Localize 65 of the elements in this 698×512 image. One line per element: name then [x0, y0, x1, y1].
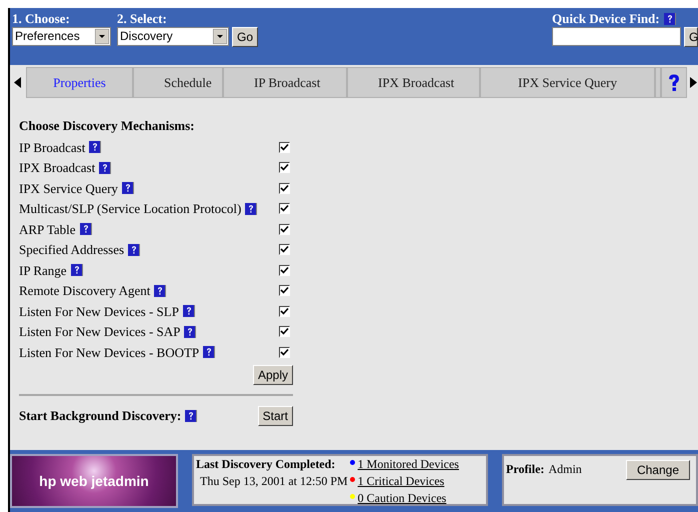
help-icon[interactable]	[182, 305, 195, 318]
checkbox[interactable]	[279, 306, 290, 317]
profile-value: Admin	[548, 461, 582, 478]
choose-select[interactable]: Preferences	[12, 27, 111, 46]
mechanism-label: IPX Service Query	[19, 180, 118, 196]
mechanism-label: Listen For New Devices - SAP	[19, 324, 180, 340]
change-button[interactable]: Change	[626, 460, 690, 480]
help-icon[interactable]	[80, 223, 92, 236]
last-discovery-label: Last Discovery Completed:	[196, 456, 336, 473]
choose-label: 1. Choose:	[12, 11, 71, 26]
tab[interactable]: IPX Broadcast	[347, 67, 480, 98]
help-icon[interactable]	[70, 264, 83, 276]
help-icon[interactable]	[245, 202, 258, 215]
tab[interactable]: IPX Service Query	[480, 67, 655, 98]
start-button[interactable]: Start	[258, 406, 293, 426]
device-link[interactable]: 0 Caution Devices	[358, 490, 446, 507]
tab[interactable]: Schedule	[133, 67, 223, 98]
checkbox[interactable]	[279, 346, 290, 358]
apply-button[interactable]: Apply	[252, 364, 293, 384]
help-icon[interactable]	[664, 12, 676, 24]
mechanism-label: IP Broadcast	[19, 140, 86, 155]
checkbox[interactable]	[279, 142, 290, 153]
help-icon[interactable]	[154, 284, 166, 297]
dropdown-arrow-icon	[95, 29, 109, 44]
device-link[interactable]: 1 Monitored Devices	[358, 456, 459, 473]
mechanism-label: IPX Broadcast	[19, 160, 96, 176]
mechanism-label: ARP Table	[19, 222, 76, 237]
logo-text: hp web jetadmin	[39, 472, 149, 491]
mechanism-label: Multicast/SLP (Service Location Protocol)	[19, 201, 242, 216]
last-discovery-date: Thu Sep 13, 2001 at 12:50 PM	[200, 473, 348, 490]
checkbox[interactable]	[279, 162, 290, 174]
quick-find-label: Quick Device Find:	[552, 11, 660, 26]
mechanism-label: Listen For New Devices - BOOTP	[19, 344, 200, 360]
page-select[interactable]: Discovery	[117, 27, 229, 46]
quick-find-field[interactable]	[552, 27, 681, 46]
checkbox[interactable]	[279, 264, 290, 276]
profile-label: Profile:	[506, 461, 544, 478]
help-icon[interactable]	[99, 162, 112, 174]
background-discovery-label: Start Background Discovery:	[19, 408, 182, 423]
help-icon[interactable]	[184, 326, 196, 338]
help-icon[interactable]	[203, 346, 216, 358]
checkbox[interactable]	[279, 285, 290, 296]
help-tab[interactable]	[661, 67, 687, 98]
tab-spacer	[655, 67, 661, 98]
help-icon[interactable]	[89, 141, 102, 154]
device-link[interactable]: 1 Critical Devices	[358, 473, 444, 490]
help-icon[interactable]	[128, 244, 140, 256]
checkbox[interactable]	[279, 182, 290, 194]
help-icon	[668, 74, 680, 92]
tab[interactable]: Properties	[26, 67, 133, 98]
checkbox[interactable]	[279, 244, 290, 256]
checkbox[interactable]	[279, 326, 290, 338]
mechanism-label: Remote Discovery Agent	[19, 283, 150, 298]
checkbox[interactable]	[279, 224, 290, 235]
help-icon[interactable]	[122, 182, 134, 194]
select-label: 2. Select:	[117, 11, 168, 26]
mechanism-label: IP Range	[19, 262, 67, 278]
dropdown-arrow-icon	[213, 29, 227, 44]
mechanism-label: Specified Addresses	[19, 242, 124, 258]
section-heading: Choose Discovery Mechanisms:	[19, 118, 196, 133]
mechanism-label: Listen For New Devices - SLP	[19, 304, 179, 319]
tab[interactable]: IP Broadcast	[223, 67, 347, 98]
go-button[interactable]: Go	[232, 27, 258, 47]
help-icon[interactable]	[185, 410, 198, 422]
checkbox[interactable]	[279, 203, 290, 214]
